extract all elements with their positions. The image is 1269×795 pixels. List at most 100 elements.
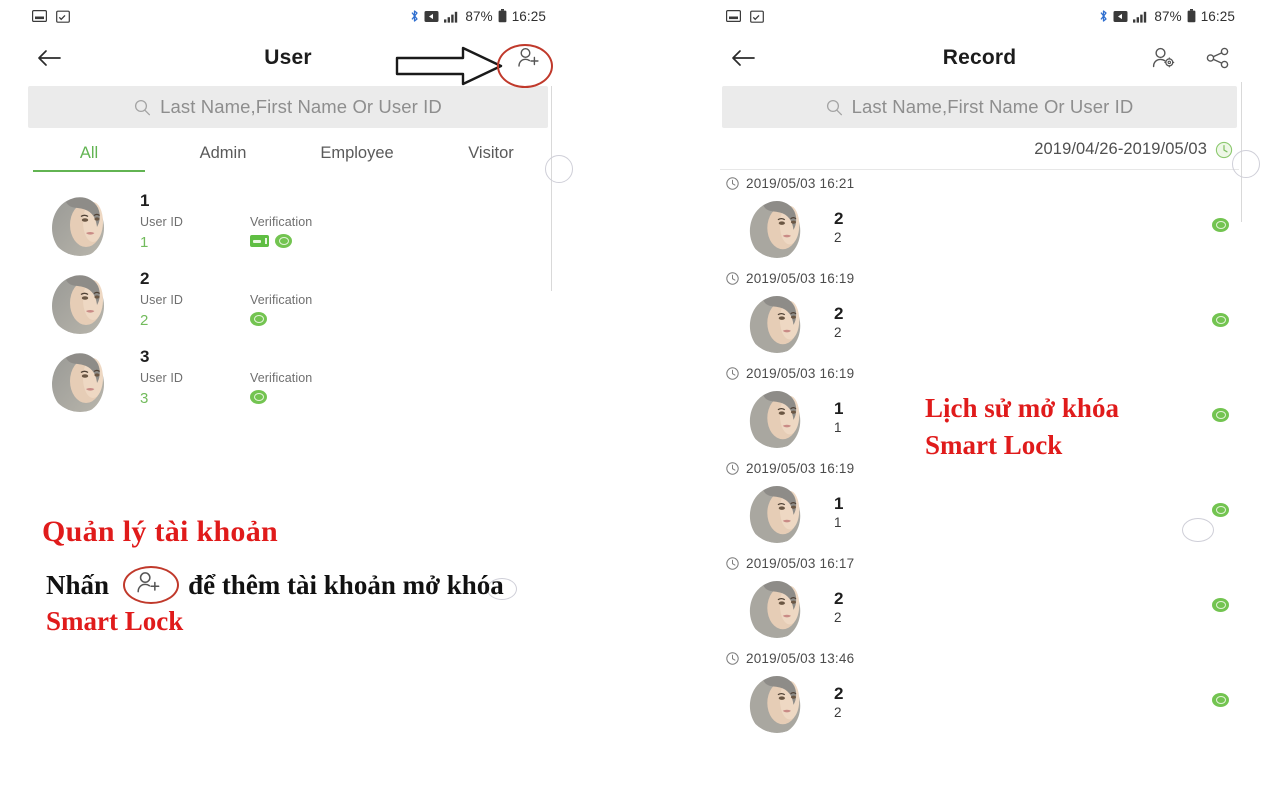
annotation-left-highlight: Smart Lock xyxy=(46,606,184,636)
user-type-tabs: All Admin Employee Visitor xyxy=(18,132,558,174)
avatar xyxy=(746,481,808,543)
record-group: 2019/05/03 13:46 2 2 xyxy=(712,645,1247,740)
record-user-id: 1 xyxy=(834,419,842,435)
tab-admin-label: Admin xyxy=(199,143,247,162)
tab-employee[interactable]: Employee xyxy=(290,132,424,174)
tab-all[interactable]: All xyxy=(22,132,156,174)
record-timestamp: 2019/05/03 16:19 xyxy=(746,366,855,381)
record-row[interactable]: 2 2 xyxy=(712,193,1247,265)
record-timestamp: 2019/05/03 16:19 xyxy=(746,461,855,476)
user-list-row[interactable]: 2 User ID 2 Verification xyxy=(18,262,558,340)
tab-visitor-label: Visitor xyxy=(468,143,514,162)
record-row[interactable]: 2 2 xyxy=(712,668,1247,740)
record-status xyxy=(1212,502,1229,522)
signal-icon xyxy=(444,10,460,23)
user-id-label: User ID xyxy=(140,215,184,229)
user-info: 3 User ID 3 Verification xyxy=(140,346,410,407)
app-bar-actions xyxy=(1149,43,1233,73)
face-badge-icon xyxy=(275,234,292,248)
back-arrow-icon xyxy=(732,50,755,66)
record-group: 2019/05/03 16:19 1 1 xyxy=(712,455,1247,550)
record-row[interactable]: 2 2 xyxy=(712,573,1247,645)
user-name: 3 xyxy=(140,347,150,366)
search-input[interactable]: Last Name,First Name Or User ID xyxy=(28,86,548,128)
record-user-name: 2 xyxy=(834,303,844,323)
share-button[interactable] xyxy=(1203,43,1233,73)
user-name: 2 xyxy=(140,269,150,288)
record-timestamp: 2019/05/03 16:19 xyxy=(746,271,855,286)
record-user-id: 2 xyxy=(834,324,842,340)
app-bar: Record xyxy=(712,32,1247,84)
search-placeholder: Last Name,First Name Or User ID xyxy=(851,96,1134,117)
image-icon xyxy=(32,10,47,22)
back-button[interactable] xyxy=(726,41,760,75)
record-info: 2 2 xyxy=(834,209,843,246)
user-id-label: User ID xyxy=(140,293,184,307)
record-timestamp-row: 2019/05/03 16:19 xyxy=(712,265,1247,288)
tab-admin[interactable]: Admin xyxy=(156,132,290,174)
clock-icon xyxy=(726,652,739,665)
record-status xyxy=(1212,597,1229,617)
record-timestamp-row: 2019/05/03 16:17 xyxy=(712,550,1247,573)
face-badge-icon xyxy=(250,312,267,326)
user-id-column: User ID 3 xyxy=(140,371,250,407)
record-group: 2019/05/03 16:17 2 2 xyxy=(712,550,1247,645)
back-arrow-icon xyxy=(38,50,61,66)
bluetooth-icon xyxy=(1099,9,1108,23)
record-info: 2 2 xyxy=(834,684,843,721)
user-settings-button[interactable] xyxy=(1149,43,1179,73)
status-bar-right-icons: 87% 16:25 xyxy=(410,9,546,24)
record-user-id: 2 xyxy=(834,704,842,720)
record-row[interactable]: 2 2 xyxy=(712,288,1247,360)
verification-column: Verification xyxy=(250,215,410,251)
user-id-value: 2 xyxy=(140,312,149,329)
battery-icon xyxy=(498,9,507,23)
status-bar-left-icons xyxy=(32,10,70,23)
tab-visitor[interactable]: Visitor xyxy=(424,132,558,174)
verification-badges xyxy=(250,390,410,404)
verification-column: Verification xyxy=(250,371,410,407)
add-user-icon xyxy=(136,572,159,593)
search-input[interactable]: Last Name,First Name Or User ID xyxy=(722,86,1237,128)
annotation-left-pre: Nhấn xyxy=(46,570,110,600)
user-list-row[interactable]: 3 User ID 3 Verification xyxy=(18,340,558,418)
clock-time-label: 16:25 xyxy=(511,8,546,24)
inline-add-user-icon-annotation xyxy=(122,566,179,604)
record-timestamp: 2019/05/03 16:21 xyxy=(746,176,855,191)
face-badge-icon xyxy=(1212,502,1229,517)
user-id-column: User ID 1 xyxy=(140,215,250,251)
record-info: 1 1 xyxy=(834,399,843,436)
verification-label: Verification xyxy=(250,371,313,385)
user-id-value: 3 xyxy=(140,390,149,407)
record-timestamp-row: 2019/05/03 16:21 xyxy=(712,170,1247,193)
verification-column: Verification xyxy=(250,293,410,329)
avatar xyxy=(48,270,112,334)
avatar xyxy=(746,291,808,353)
record-status xyxy=(1212,312,1229,332)
record-user-id: 2 xyxy=(834,229,842,245)
status-bar-left-icons xyxy=(726,10,764,23)
face-badge-icon xyxy=(1212,692,1229,707)
record-status xyxy=(1212,217,1229,237)
avatar xyxy=(746,576,808,638)
share-icon xyxy=(1206,47,1229,69)
clock-icon xyxy=(726,557,739,570)
date-range-filter[interactable]: 2019/04/26-2019/05/03 xyxy=(712,132,1247,169)
avatar xyxy=(48,192,112,256)
user-list-row[interactable]: 1 User ID 1 Verification xyxy=(18,184,558,262)
calendar-icon xyxy=(56,10,70,23)
clock-icon xyxy=(726,367,739,380)
clock-time-label: 16:25 xyxy=(1200,8,1235,24)
record-row[interactable]: 1 1 xyxy=(712,478,1247,550)
bluetooth-icon xyxy=(410,9,419,23)
arrow-annotation-icon xyxy=(395,46,503,86)
face-badge-icon xyxy=(1212,407,1229,422)
user-list: 1 User ID 1 Verification 2 User ID 2 Ver… xyxy=(18,174,558,418)
signal-icon xyxy=(1133,10,1149,23)
record-status xyxy=(1212,407,1229,427)
user-screen-panel: 87% 16:25 User Last Name,First Name Or U… xyxy=(18,0,558,795)
back-button[interactable] xyxy=(32,41,66,75)
record-info: 2 2 xyxy=(834,589,843,626)
face-badge-icon xyxy=(250,390,267,404)
verification-badges xyxy=(250,312,410,326)
